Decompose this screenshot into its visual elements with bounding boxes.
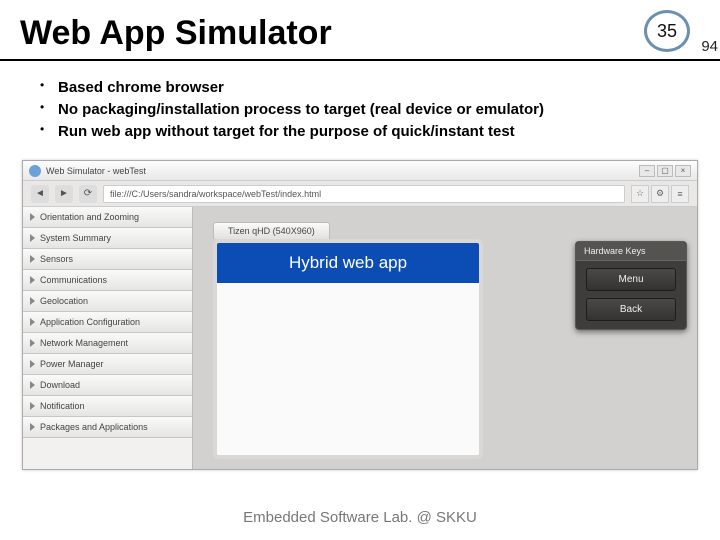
title-divider: [0, 59, 720, 61]
accordion-label: Notification: [40, 401, 85, 411]
chevron-right-icon: [30, 297, 35, 305]
maximize-icon[interactable]: ▢: [657, 165, 673, 177]
minimize-icon[interactable]: –: [639, 165, 655, 177]
accordion-item[interactable]: Application Configuration: [23, 312, 192, 333]
accordion-label: Orientation and Zooming: [40, 212, 139, 222]
accordion-panel: Orientation and Zooming System Summary S…: [23, 207, 193, 469]
back-icon[interactable]: ◄: [31, 185, 49, 203]
window-title: Web Simulator - webTest: [46, 166, 146, 176]
accordion-label: System Summary: [40, 233, 111, 243]
chevron-right-icon: [30, 402, 35, 410]
chevron-right-icon: [30, 213, 35, 221]
accordion-label: Download: [40, 380, 80, 390]
device-screen: Hybrid web app: [213, 239, 483, 459]
reload-icon[interactable]: ⟳: [79, 185, 97, 203]
accordion-item[interactable]: System Summary: [23, 228, 192, 249]
chevron-right-icon: [30, 276, 35, 284]
url-bar[interactable]: file:///C:/Users/sandra/workspace/webTes…: [103, 185, 625, 203]
chevron-right-icon: [30, 339, 35, 347]
bullet-item: No packaging/installation process to tar…: [40, 99, 690, 121]
accordion-label: Communications: [40, 275, 107, 285]
tool-icon[interactable]: ≡: [671, 185, 689, 203]
chevron-right-icon: [30, 234, 35, 242]
accordion-item[interactable]: Network Management: [23, 333, 192, 354]
chevron-right-icon: [30, 360, 35, 368]
slide-title: Web App Simulator: [20, 14, 700, 53]
hardware-keys-title: Hardware Keys: [576, 242, 686, 261]
window-titlebar: Web Simulator - webTest – ▢ ×: [23, 161, 697, 181]
accordion-item[interactable]: Communications: [23, 270, 192, 291]
menu-button[interactable]: Menu: [586, 268, 676, 291]
toolbar-icons: ☆ ⚙ ≡: [631, 185, 689, 203]
bullet-item: Run web app without target for the purpo…: [40, 121, 690, 143]
simulator-screenshot: Web Simulator - webTest – ▢ × ◄ ► ⟳ file…: [22, 160, 698, 470]
chevron-right-icon: [30, 381, 35, 389]
page-number: 35: [644, 10, 690, 52]
device-tab[interactable]: Tizen qHD (540X960): [213, 222, 330, 239]
accordion-label: Sensors: [40, 254, 73, 264]
chevron-right-icon: [30, 318, 35, 326]
accordion-label: Application Configuration: [40, 317, 140, 327]
accordion-item[interactable]: Sensors: [23, 249, 192, 270]
accordion-label: Geolocation: [40, 296, 88, 306]
close-icon[interactable]: ×: [675, 165, 691, 177]
page-badge: 35 94: [644, 10, 690, 52]
slide-footer: Embedded Software Lab. @ SKKU: [0, 509, 720, 526]
bullet-list: Based chrome browser No packaging/instal…: [0, 73, 720, 154]
accordion-item[interactable]: Geolocation: [23, 291, 192, 312]
forward-icon[interactable]: ►: [55, 185, 73, 203]
simulator-body: Orientation and Zooming System Summary S…: [23, 207, 697, 469]
bullet-item: Based chrome browser: [40, 77, 690, 99]
accordion-label: Power Manager: [40, 359, 104, 369]
tool-icon[interactable]: ☆: [631, 185, 649, 203]
chevron-right-icon: [30, 255, 35, 263]
accordion-item[interactable]: Notification: [23, 396, 192, 417]
app-header: Hybrid web app: [217, 243, 479, 283]
app-icon: [29, 165, 41, 177]
browser-toolbar: ◄ ► ⟳ file:///C:/Users/sandra/workspace/…: [23, 181, 697, 207]
url-text: file:///C:/Users/sandra/workspace/webTes…: [110, 189, 321, 199]
hardware-keys-panel: Hardware Keys Menu Back: [575, 241, 687, 330]
tool-icon[interactable]: ⚙: [651, 185, 669, 203]
accordion-label: Network Management: [40, 338, 128, 348]
slide-header: Web App Simulator 35 94: [0, 0, 720, 59]
accordion-item[interactable]: Download: [23, 375, 192, 396]
accordion-item[interactable]: Orientation and Zooming: [23, 207, 192, 228]
back-button[interactable]: Back: [586, 298, 676, 321]
accordion-label: Packages and Applications: [40, 422, 148, 432]
chevron-right-icon: [30, 423, 35, 431]
page-subnumber: 94: [701, 38, 718, 55]
accordion-item[interactable]: Packages and Applications: [23, 417, 192, 438]
accordion-item[interactable]: Power Manager: [23, 354, 192, 375]
window-controls: – ▢ ×: [639, 165, 691, 177]
device-stage: Tizen qHD (540X960) Hybrid web app Hardw…: [193, 207, 697, 469]
